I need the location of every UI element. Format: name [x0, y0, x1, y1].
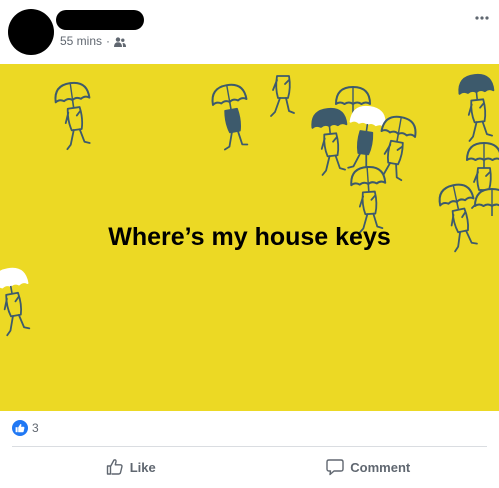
post-header: 55 mins · — [0, 0, 499, 64]
post-caption: Where’s my house keys — [108, 223, 391, 251]
more-options-icon[interactable] — [473, 12, 491, 24]
like-button[interactable]: Like — [12, 452, 250, 482]
author-avatar[interactable] — [8, 9, 54, 55]
post-meta: 55 mins · — [60, 34, 127, 48]
reaction-count[interactable]: 3 — [32, 421, 39, 435]
meta-separator: · — [106, 34, 111, 48]
comment-button[interactable]: Comment — [250, 452, 488, 482]
comment-button-label: Comment — [350, 459, 411, 475]
post-divider — [12, 446, 487, 447]
post-timestamp[interactable]: 55 mins — [60, 34, 102, 48]
thumbs-up-icon — [106, 459, 123, 475]
post-actions: Like Comment — [12, 452, 487, 482]
comment-icon — [326, 459, 344, 476]
author-name[interactable] — [56, 10, 144, 30]
like-icon — [12, 420, 28, 436]
like-button-label: Like — [129, 459, 156, 475]
post-image[interactable]: Where’s my house keys — [0, 64, 499, 411]
feed-post: 55 mins · Where’s my house keys 3 Like C… — [0, 0, 499, 488]
friends-icon[interactable] — [114, 36, 127, 47]
reactions-summary[interactable]: 3 — [12, 420, 39, 436]
